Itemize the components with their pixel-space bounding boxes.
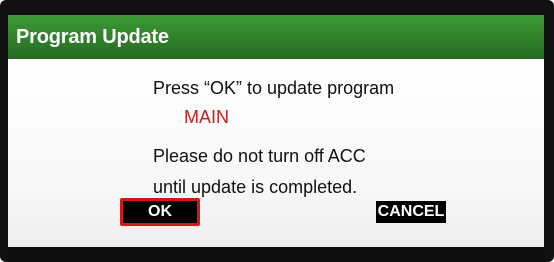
screen-frame: Program Update Press “OK” to update prog… <box>0 0 554 262</box>
dialog-body: Press “OK” to update program MAIN Please… <box>8 59 544 247</box>
warning-text-line1: Please do not turn off ACC <box>153 146 366 166</box>
program-name-text: MAIN <box>184 107 229 127</box>
ok-button[interactable]: OK <box>120 198 200 226</box>
bottom-bezel <box>8 247 544 262</box>
update-prompt-text: Press “OK” to update program <box>153 78 395 98</box>
dialog-title: Program Update <box>8 15 544 59</box>
warning-text-line2: until update is completed. <box>153 177 358 197</box>
cancel-button[interactable]: CANCEL <box>376 201 446 223</box>
